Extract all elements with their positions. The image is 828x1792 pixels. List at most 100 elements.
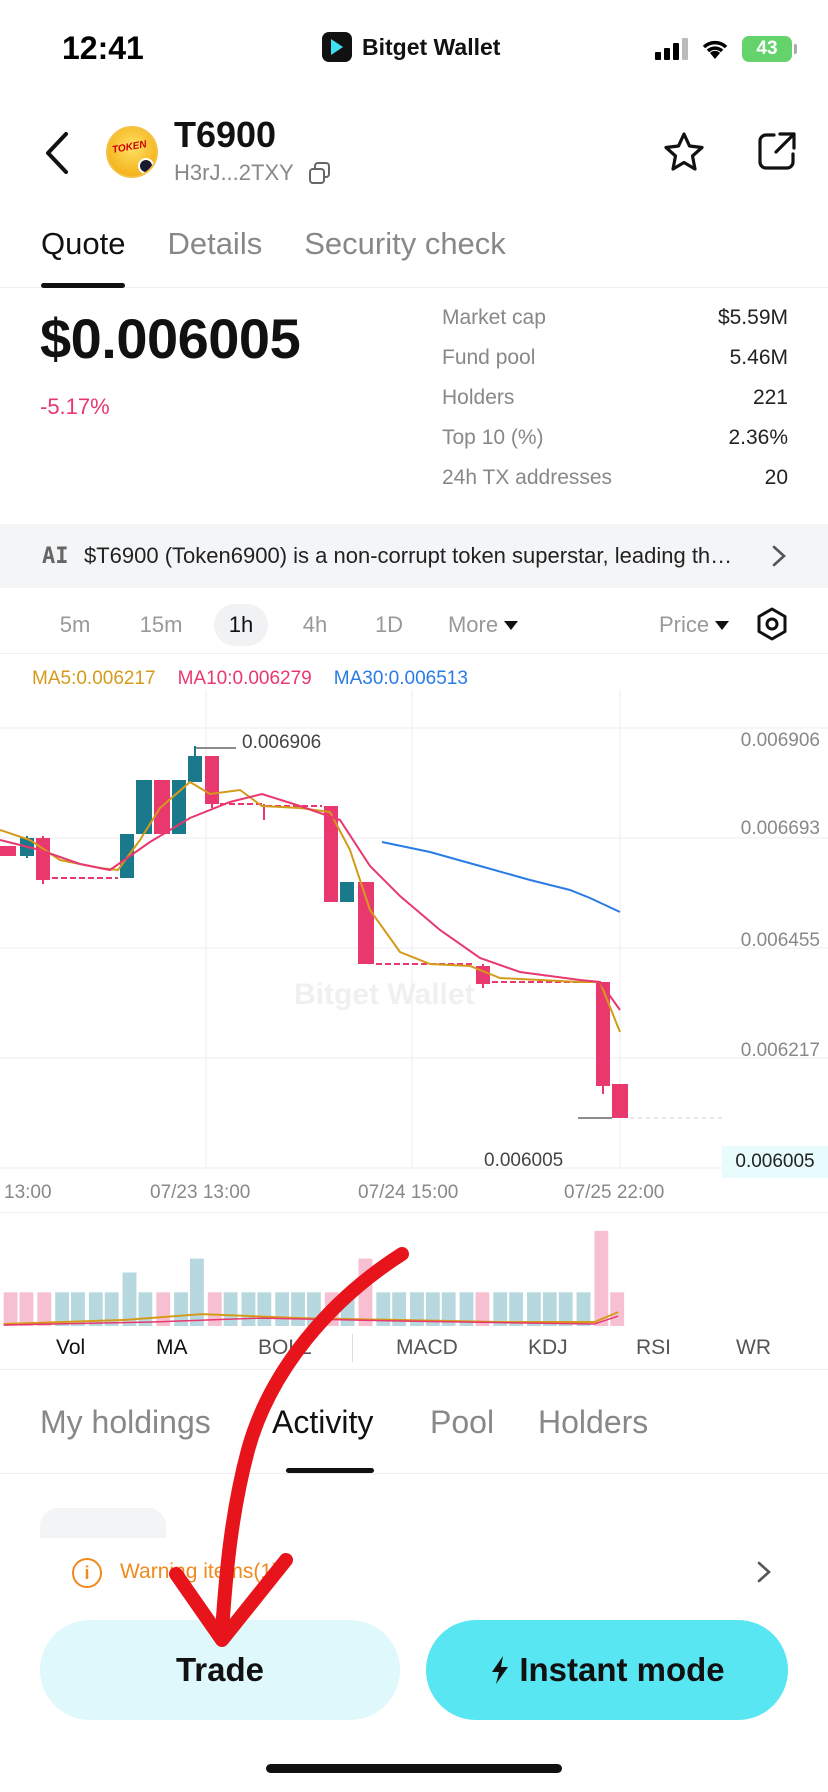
cellular-signal-icon	[655, 38, 688, 60]
tab-security-check[interactable]: Security check	[304, 226, 506, 288]
candle	[120, 834, 134, 878]
stat-row: Fund pool 5.46M	[442, 346, 788, 386]
indicator-ma[interactable]: MA	[156, 1336, 188, 1360]
interval-more-dropdown[interactable]: More	[440, 604, 526, 646]
ma-legend: MA5:0.006217 MA10:0.006279 MA30:0.006513	[32, 668, 468, 690]
bitget-logo-icon	[322, 32, 352, 62]
interval-1h[interactable]: 1h	[214, 604, 268, 646]
tab-quote[interactable]: Quote	[41, 226, 126, 288]
last-price-tag: 0.006005	[722, 1146, 828, 1178]
detail-tabs: Quote Details Security check	[0, 226, 828, 288]
y-axis-label: 0.006693	[740, 818, 820, 839]
wifi-icon	[702, 40, 728, 59]
instant-mode-button[interactable]: Instant mode	[426, 1620, 788, 1720]
candle	[205, 756, 219, 804]
chain-badge-icon	[138, 158, 154, 174]
stat-label: Market cap	[442, 306, 546, 329]
token-logo-icon: TOKEN	[106, 126, 158, 178]
token-address-row: H3rJ...2TXY	[174, 160, 332, 186]
stat-label: Holders	[442, 386, 515, 409]
token-stats: Market cap $5.59M Fund pool 5.46M Holder…	[442, 306, 788, 506]
price-change: -5.17%	[40, 394, 110, 419]
ma10-line	[0, 792, 621, 1011]
chart-settings-icon[interactable]	[754, 606, 790, 642]
instant-mode-label: Instant mode	[519, 1651, 725, 1688]
volume-bars	[3, 1230, 625, 1326]
price-mode-label: Price	[658, 612, 710, 637]
candle	[0, 846, 16, 856]
stat-label: Fund pool	[442, 346, 536, 369]
candlestick-chart[interactable]	[0, 690, 828, 1170]
activity-tabs: My holdings Activity Pool Holders	[0, 1374, 828, 1474]
interval-selector: 5m 15m 1h 4h 1D More Price	[0, 598, 828, 654]
copy-icon[interactable]	[308, 161, 332, 185]
share-icon[interactable]	[756, 130, 798, 172]
indicator-tabs: Vol MA BOLL MACD KDJ RSI WR	[0, 1328, 828, 1370]
lightning-bolt-icon	[492, 1656, 509, 1684]
indicator-boll[interactable]: BOLL	[258, 1336, 312, 1360]
home-indicator[interactable]	[266, 1764, 562, 1773]
stat-value: 2.36%	[728, 426, 788, 449]
tab-my-holdings[interactable]: My holdings	[40, 1404, 211, 1441]
candle	[340, 882, 354, 902]
more-label: More	[447, 612, 499, 637]
ma10-label: MA10:0.006279	[177, 668, 312, 689]
indicator-macd[interactable]: MACD	[396, 1336, 458, 1360]
caret-down-icon	[715, 620, 730, 630]
y-axis-label: 0.006455	[740, 930, 820, 951]
tab-pool[interactable]: Pool	[430, 1404, 494, 1441]
stat-value: 221	[752, 386, 788, 409]
stat-row: 24h TX addresses 20	[442, 466, 788, 506]
sub-filter-pill[interactable]	[40, 1508, 166, 1538]
caret-down-icon	[504, 620, 519, 630]
indicator-wr[interactable]: WR	[736, 1336, 771, 1360]
interval-4h[interactable]: 4h	[290, 604, 340, 646]
candle	[324, 806, 338, 902]
x-axis-label: 07/23 13:00	[150, 1182, 251, 1203]
back-arrow-icon[interactable]	[40, 128, 74, 178]
chevron-right-icon	[757, 1561, 771, 1583]
candles	[0, 746, 628, 1118]
tab-activity[interactable]: Activity	[272, 1404, 373, 1441]
interval-1d[interactable]: 1D	[364, 604, 414, 646]
interval-15m[interactable]: 15m	[126, 604, 196, 646]
ma30-line	[381, 841, 621, 913]
indicator-divider	[352, 1334, 353, 1362]
current-price: $0.006005	[40, 307, 301, 370]
candle	[596, 982, 610, 1086]
tab-details[interactable]: Details	[167, 226, 262, 288]
x-axis-label: 07/25 22:00	[564, 1182, 665, 1203]
candle	[358, 882, 374, 964]
token-name: T6900	[174, 114, 277, 155]
battery-icon: 43	[742, 36, 797, 62]
chevron-right-icon	[772, 545, 786, 567]
status-bar: 12:41 Bitget Wallet 43	[0, 0, 828, 100]
tab-holders[interactable]: Holders	[538, 1404, 648, 1441]
chart-grid	[0, 690, 828, 1169]
brand-title: Bitget Wallet	[322, 32, 500, 62]
favorite-star-icon[interactable]	[662, 130, 706, 174]
stat-row: Market cap $5.59M	[442, 306, 788, 346]
last-price-annotation: 0.006005	[484, 1150, 564, 1171]
ai-icon: AI	[42, 543, 69, 569]
stat-value: 20	[764, 466, 788, 489]
high-price-annotation: 0.006906	[242, 732, 322, 753]
x-axis-label: 13:00	[4, 1182, 52, 1203]
ai-summary-text: $T6900 (Token6900) is a non-corrupt toke…	[84, 543, 744, 568]
stat-label: 24h TX addresses	[442, 466, 613, 489]
price-mode-dropdown[interactable]: Price	[652, 604, 736, 646]
volume-chart	[0, 1212, 828, 1326]
token-header: TOKEN T6900 H3rJ...2TXY	[0, 110, 828, 200]
indicator-vol[interactable]: Vol	[56, 1336, 85, 1360]
stat-label: Top 10 (%)	[442, 426, 544, 449]
interval-5m[interactable]: 5m	[40, 604, 110, 646]
y-axis-label: 0.006217	[740, 1040, 820, 1061]
warning-items-row[interactable]: i Warning items(1)	[0, 1540, 828, 1604]
active-tab-underline	[286, 1468, 374, 1473]
indicator-kdj[interactable]: KDJ	[528, 1336, 568, 1360]
ai-summary-bar[interactable]: AI $T6900 (Token6900) is a non-corrupt t…	[0, 524, 828, 588]
trade-button[interactable]: Trade	[40, 1620, 400, 1720]
indicator-rsi[interactable]: RSI	[636, 1336, 671, 1360]
x-axis-label: 07/24 15:00	[358, 1182, 459, 1203]
ma30-label: MA30:0.006513	[333, 668, 468, 689]
